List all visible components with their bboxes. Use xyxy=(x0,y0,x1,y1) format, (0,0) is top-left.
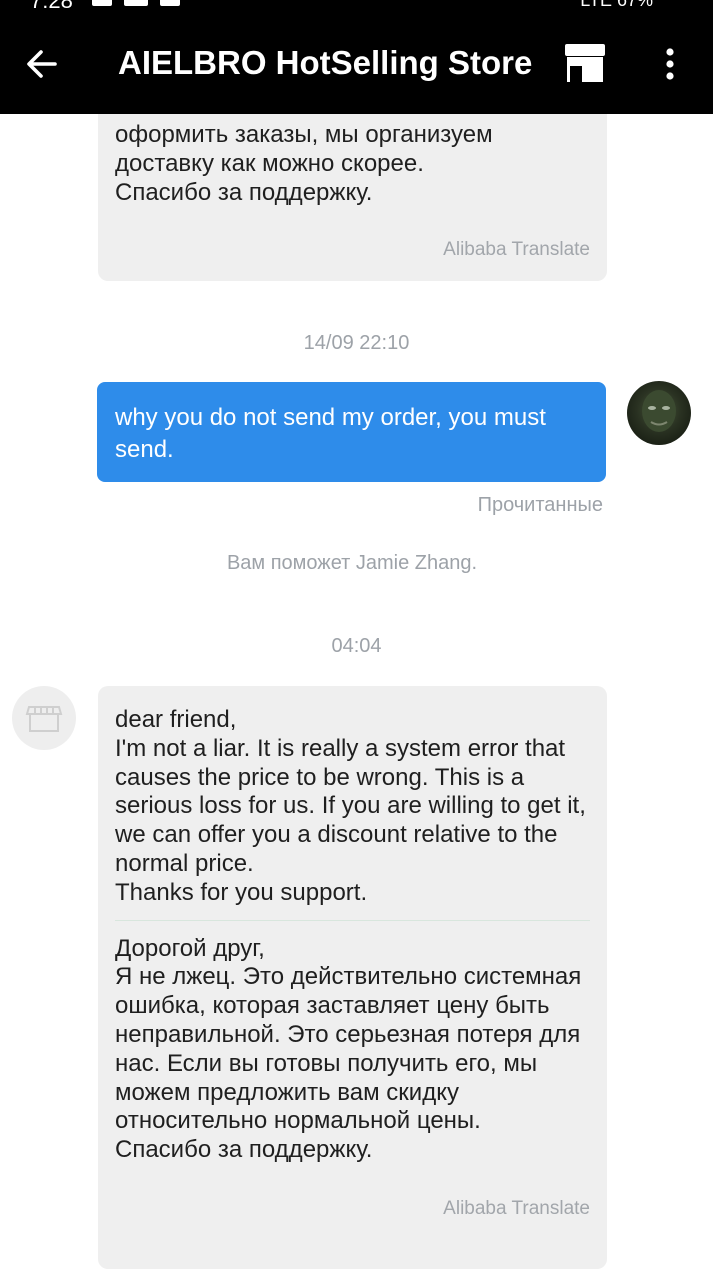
shop-avatar[interactable] xyxy=(12,686,76,750)
status-bar: 7:28 LTE 67% xyxy=(0,0,713,14)
avatar-icon xyxy=(642,390,676,432)
message-timestamp: 04:04 xyxy=(331,635,382,657)
message-original-text: dear friend, I'm not a liar. It is reall… xyxy=(115,706,586,906)
incoming-message-bubble: dear friend, I'm not a liar. It is reall… xyxy=(98,686,607,1269)
message-text: why you do not send my order, you must s… xyxy=(115,404,546,463)
incoming-message-bubble: оформить заказы, мы организуем доставку … xyxy=(98,114,607,281)
status-indicators: LTE 67% xyxy=(580,0,653,10)
page-title: AIELBRO HotSelling Store xyxy=(118,44,533,81)
message-translated-text: Дорогой друг, Я не лжец. Это действитель… xyxy=(115,934,582,1164)
app-header: AIELBRO HotSelling Store xyxy=(0,14,713,114)
message-text: оформить заказы, мы организуем доставку … xyxy=(115,121,493,206)
chat-message-list[interactable]: оформить заказы, мы организуем доставку … xyxy=(0,114,713,1280)
message-timestamp: 14/09 22:10 xyxy=(303,332,410,354)
more-options-icon[interactable] xyxy=(654,44,686,84)
user-avatar[interactable] xyxy=(627,381,691,445)
notification-icon xyxy=(124,0,148,6)
translation-divider xyxy=(115,919,590,921)
store-icon[interactable] xyxy=(562,42,608,84)
notification-icon xyxy=(92,0,112,6)
translate-label: Alibaba Translate xyxy=(443,1197,590,1219)
system-note: Вам поможет Jamie Zhang. xyxy=(226,552,478,574)
read-status: Прочитанные xyxy=(477,494,603,516)
notification-icon xyxy=(160,0,180,6)
translate-label: Alibaba Translate xyxy=(443,239,590,261)
store-icon xyxy=(25,706,63,732)
status-time: 7:28 xyxy=(30,0,73,13)
outgoing-message-bubble: why you do not send my order, you must s… xyxy=(97,382,606,482)
back-arrow-icon[interactable] xyxy=(22,44,62,84)
